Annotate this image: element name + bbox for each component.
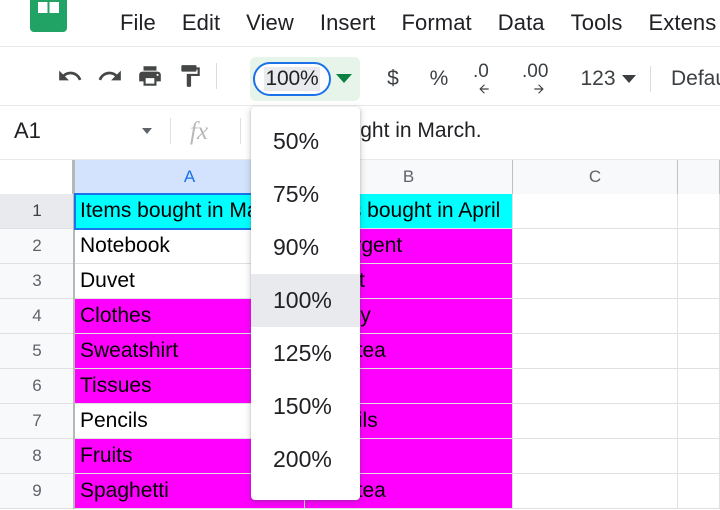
redo-icon[interactable] <box>90 56 130 96</box>
menu-format[interactable]: Format <box>388 6 484 40</box>
name-box[interactable]: A1 <box>4 112 164 150</box>
spreadsheet-grid: ABC 1 Items bought in March. Items bought … <box>0 160 720 510</box>
grid-cell[interactable] <box>513 334 678 369</box>
number-format-label: 123 <box>580 67 616 90</box>
print-icon[interactable] <box>130 56 170 96</box>
table-row: 4ClothesHoney <box>0 299 720 334</box>
grid-cell[interactable] <box>678 299 720 334</box>
row-header[interactable]: 9 <box>0 474 75 509</box>
zoom-option[interactable]: 90% <box>251 221 360 274</box>
arrow-right-icon <box>534 84 544 94</box>
grid-cell[interactable] <box>513 369 678 404</box>
name-box-value: A1 <box>14 118 41 143</box>
grid-cell[interactable] <box>513 299 678 334</box>
grid-cell[interactable] <box>678 404 720 439</box>
zoom-option[interactable]: 50% <box>251 115 360 168</box>
number-format-group: $ % .0 .00 123 Default <box>370 57 720 101</box>
menu-data[interactable]: Data <box>485 6 558 40</box>
sheets-window: File Edit View Insert Format Data Tools Extens <box>0 0 720 510</box>
zoom-value: 100% <box>263 67 321 91</box>
sheets-logo-icon <box>29 0 67 32</box>
zoom-option[interactable]: 200% <box>251 433 360 486</box>
row-header[interactable]: 2 <box>0 229 75 264</box>
formula-bar-divider-2 <box>240 118 241 144</box>
grid-cell[interactable] <box>513 474 678 509</box>
fx-icon: fx <box>190 118 209 145</box>
decrease-decimal-label: .0 <box>473 61 489 82</box>
table-row: 9SpaghettiSlim tea <box>0 474 720 509</box>
grid-cell[interactable] <box>513 404 678 439</box>
grid-cell[interactable] <box>513 229 678 264</box>
grid-cell[interactable] <box>678 369 720 404</box>
row-header[interactable]: 5 <box>0 334 75 369</box>
menu-view[interactable]: View <box>233 6 307 40</box>
menu-bar: File Edit View Insert Format Data Tools Extens <box>0 0 720 46</box>
currency-format-button[interactable]: $ <box>370 57 416 101</box>
row-header[interactable]: 1 <box>0 194 75 229</box>
row-header[interactable]: 6 <box>0 369 75 404</box>
font-family-button[interactable]: Default <box>659 57 720 101</box>
font-family-label: Default <box>671 67 720 90</box>
table-row: 6 Tissues <box>0 369 720 404</box>
paint-format-icon[interactable] <box>170 56 210 96</box>
chevron-down-icon[interactable] <box>142 128 152 134</box>
select-all-corner[interactable] <box>0 160 75 194</box>
table-row: 3DuvetDuvet <box>0 264 720 299</box>
table-row: 1 Items bought in March. Items bought in A… <box>0 193 720 230</box>
number-format-button[interactable]: 123 <box>568 57 628 101</box>
menu-edit[interactable]: Edit <box>169 6 233 40</box>
toolbar-divider-1 <box>216 63 217 89</box>
table-row: 2NotebookDetergent <box>0 229 720 264</box>
percent-format-button[interactable]: % <box>416 57 462 101</box>
zoom-input[interactable]: 100% <box>253 62 331 96</box>
zoom-option[interactable]: 75% <box>251 168 360 221</box>
increase-decimal-label: .00 <box>522 61 549 82</box>
menu-item-list: File Edit View Insert Format Data Tools Extens <box>107 0 720 46</box>
row-header[interactable]: 4 <box>0 299 75 334</box>
chevron-down-icon[interactable] <box>336 74 352 83</box>
zoom-dropdown-menu[interactable]: 50% 75% 90% 100% 125% 150% 200% <box>251 107 360 500</box>
table-row: 5SweatshirtSlim tea <box>0 334 720 369</box>
zoom-option[interactable]: 100% <box>251 274 360 327</box>
column-header-d[interactable] <box>678 160 720 194</box>
toolbar-divider-2 <box>650 66 651 92</box>
table-row: 7PencilsPencils <box>0 404 720 439</box>
grid-rows: 1 Items bought in March. Items bought in A… <box>0 193 720 509</box>
grid-cell[interactable] <box>678 334 720 369</box>
chevron-down-icon[interactable] <box>622 75 636 83</box>
menu-file[interactable]: File <box>107 6 169 40</box>
zoom-option[interactable]: 125% <box>251 327 360 380</box>
grid-cell[interactable] <box>513 439 678 474</box>
grid-cell[interactable] <box>513 194 678 229</box>
formula-bar-divider-1 <box>170 118 171 144</box>
sheets-logo[interactable] <box>29 0 67 32</box>
grid-cell[interactable] <box>678 474 720 509</box>
decrease-decimal-button[interactable]: .0 <box>462 57 512 101</box>
currency-label: $ <box>387 67 399 90</box>
column-headers: ABC <box>0 160 720 194</box>
column-header-c[interactable]: C <box>513 160 678 194</box>
grid-cell[interactable] <box>678 264 720 299</box>
zoom-option[interactable]: 150% <box>251 380 360 433</box>
menu-tools[interactable]: Tools <box>558 6 636 40</box>
grid-cell[interactable] <box>678 439 720 474</box>
percent-label: % <box>429 67 449 90</box>
grid-cell[interactable] <box>678 229 720 264</box>
menu-extensions[interactable]: Extens <box>636 6 720 40</box>
menu-insert[interactable]: Insert <box>307 6 389 40</box>
undo-icon[interactable] <box>50 56 90 96</box>
table-row: 8 Fruits <box>0 439 720 474</box>
grid-cell[interactable] <box>513 264 678 299</box>
row-header[interactable]: 7 <box>0 404 75 439</box>
row-header[interactable]: 3 <box>0 264 75 299</box>
increase-decimal-button[interactable]: .00 <box>512 57 568 101</box>
grid-cell[interactable] <box>678 194 720 229</box>
row-header[interactable]: 8 <box>0 439 75 474</box>
arrow-left-icon <box>479 84 489 94</box>
